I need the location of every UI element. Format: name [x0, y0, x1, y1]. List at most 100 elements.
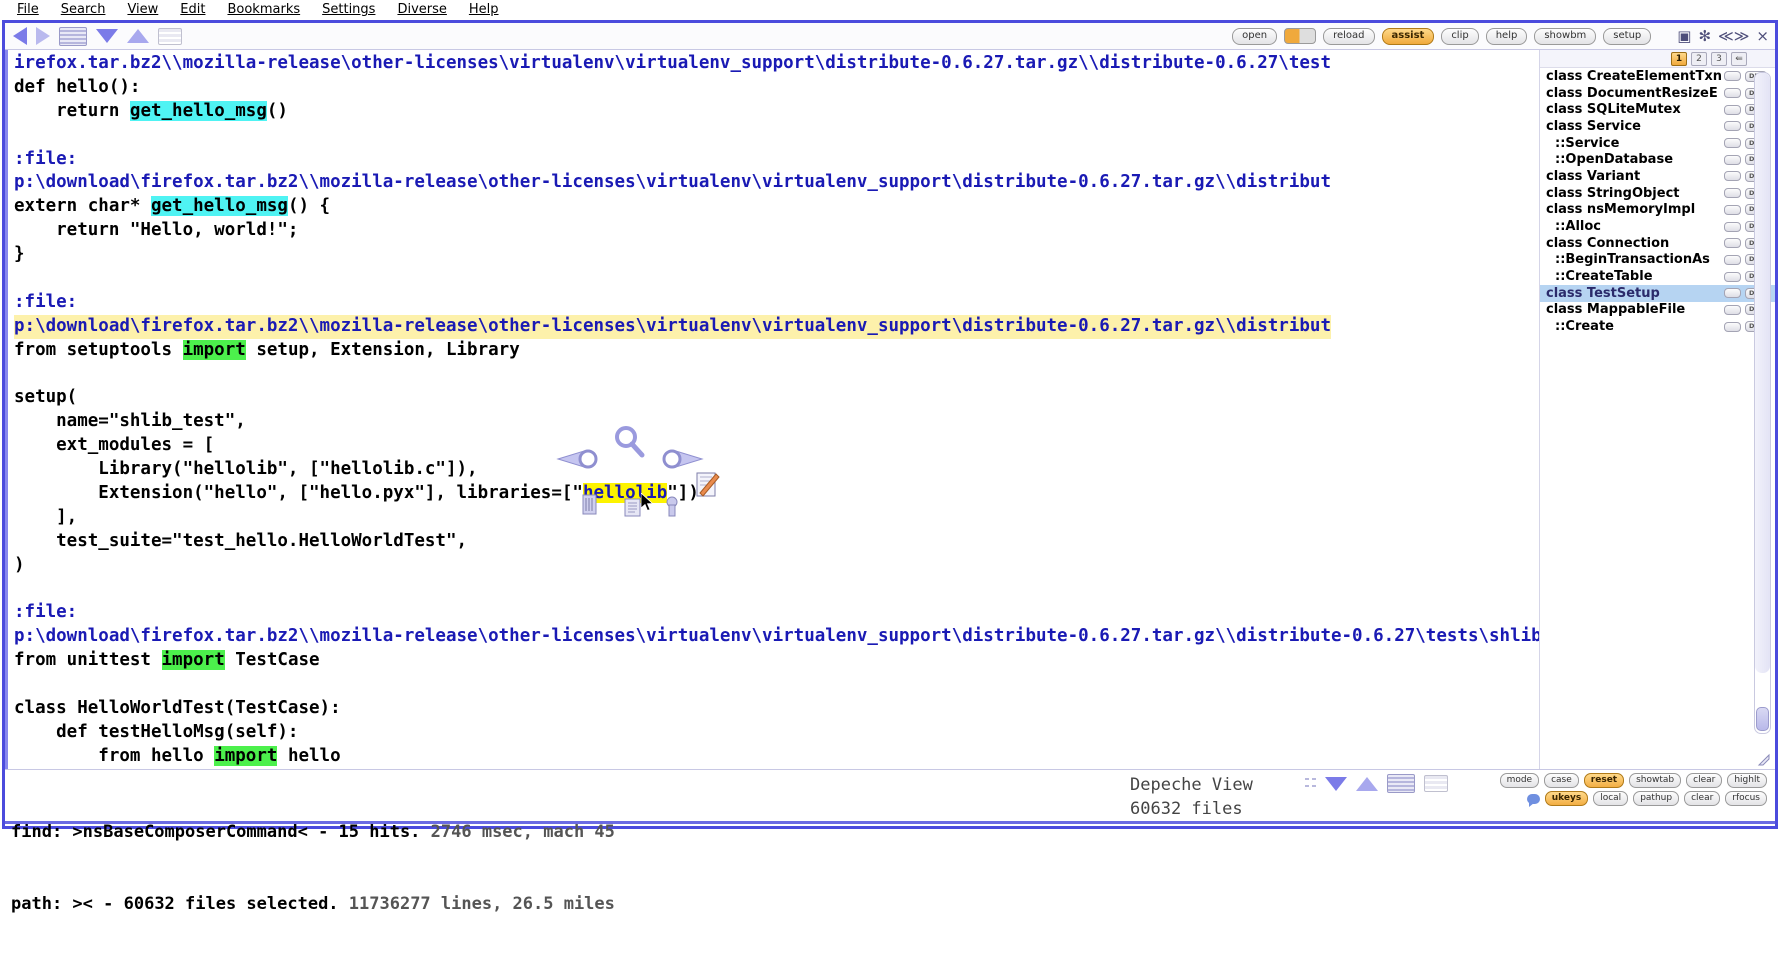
code-line[interactable]: return "Hello, world!"; — [14, 219, 1539, 243]
menu-view[interactable]: View — [116, 0, 169, 20]
menu-help[interactable]: Help — [458, 0, 510, 20]
code-line[interactable] — [14, 124, 1539, 148]
status-up-arrow-icon[interactable] — [1356, 776, 1378, 791]
find-query[interactable]: >nsBaseComposerCommand< — [72, 822, 307, 842]
clip-button[interactable]: clip — [1441, 27, 1479, 45]
mode-button[interactable]: mode — [1499, 773, 1540, 788]
ukeys-button[interactable]: ukeys — [1544, 791, 1589, 806]
showbm-button[interactable]: showbm — [1534, 27, 1597, 45]
menu-settings[interactable]: Settings — [311, 0, 386, 20]
code-line[interactable] — [14, 267, 1539, 291]
collapse-icon[interactable]: ≪≫ — [1718, 28, 1749, 44]
code-line[interactable]: p:\download\firefox.tar.bz2\\mozilla-rel… — [14, 171, 1539, 195]
local-button[interactable]: local — [1593, 791, 1629, 806]
class-list-item[interactable]: class CreateElementTxnDEL — [1540, 68, 1775, 85]
class-list-item[interactable]: class StringObjectDEL — [1540, 185, 1775, 202]
back-arrow-icon[interactable] — [13, 27, 27, 45]
code-line[interactable]: from unittest import TestCase — [14, 649, 1539, 673]
code-text[interactable]: irefox.tar.bz2\\mozilla-release\other-li… — [8, 50, 1539, 769]
class-list-item[interactable]: class VariantDEL — [1540, 168, 1775, 185]
stack-icon[interactable] — [59, 26, 87, 46]
code-line[interactable]: p:\download\firefox.tar.bz2\\mozilla-rel… — [14, 314, 1539, 339]
down-arrow-icon[interactable] — [96, 29, 118, 43]
code-line[interactable] — [14, 578, 1539, 602]
dots-icon[interactable] — [1305, 778, 1316, 789]
showtab-button[interactable]: showtab — [1629, 773, 1682, 788]
toggle-button[interactable] — [1724, 188, 1742, 199]
code-line[interactable]: class HelloWorldTest(TestCase): — [14, 697, 1539, 721]
toggle-button[interactable] — [1724, 254, 1742, 265]
toggle-button[interactable] — [1724, 271, 1742, 282]
class-list-item[interactable]: class MappableFileDEL — [1540, 302, 1775, 319]
document-icon[interactable] — [624, 498, 642, 518]
settings-star-icon[interactable]: ✻ — [1698, 28, 1711, 44]
toggle-button[interactable] — [1724, 104, 1742, 115]
pathup-button[interactable]: pathup — [1633, 791, 1680, 806]
branch-icon[interactable]: ⇚ — [1731, 51, 1747, 66]
path-row[interactable]: path: >< - 60632 files selected. 1173627… — [11, 892, 615, 916]
arrow-right-icon[interactable] — [660, 448, 704, 470]
toggle-button[interactable] — [1724, 288, 1742, 299]
close-icon[interactable]: ⨯ — [1756, 28, 1769, 44]
class-list-item[interactable]: ::CreateDEL — [1540, 318, 1775, 335]
toggle-button[interactable] — [1724, 121, 1742, 132]
toggle-button[interactable] — [1724, 321, 1742, 332]
pin-icon[interactable] — [664, 496, 680, 518]
toggle-button[interactable] — [1724, 171, 1742, 182]
class-list-item[interactable]: ::CreateTableDEL — [1540, 268, 1775, 285]
code-line[interactable]: from setuptools import setup, Extension,… — [14, 339, 1539, 363]
class-list[interactable]: class CreateElementTxnDELclass DocumentR… — [1540, 68, 1775, 335]
resize-handle-icon[interactable] — [1757, 753, 1771, 767]
code-line[interactable]: ext_modules = [ — [14, 434, 1539, 458]
code-line[interactable]: test_suite="test_hello.HelloWorldTest", — [14, 530, 1539, 554]
rfocus-button[interactable]: rfocus — [1725, 791, 1767, 806]
clear-button-2[interactable]: clear — [1684, 791, 1721, 806]
class-list-item[interactable]: ::BeginTransactionAsDEL — [1540, 252, 1775, 269]
reset-button[interactable]: reset — [1583, 773, 1625, 788]
menu-file[interactable]: File — [6, 0, 50, 20]
code-line[interactable]: def testHelloMsg(self): — [14, 721, 1539, 745]
panel-tab-2[interactable]: 2 — [1691, 51, 1707, 66]
code-line[interactable] — [14, 673, 1539, 697]
open-button[interactable]: open — [1232, 27, 1278, 45]
reload-button[interactable]: reload — [1323, 27, 1375, 45]
class-list-item[interactable]: class TestSetupDEL — [1540, 284, 1775, 302]
code-line[interactable]: setup( — [14, 386, 1539, 410]
toggle-button[interactable] — [1724, 71, 1742, 82]
forward-arrow-icon[interactable] — [36, 27, 50, 45]
panel-tab-1[interactable]: 1 — [1671, 51, 1687, 66]
code-line[interactable]: irefox.tar.bz2\\mozilla-release\other-li… — [14, 52, 1539, 76]
code-line[interactable]: extern char* get_hello_msg() { — [14, 195, 1539, 219]
status-list-icon[interactable] — [1424, 775, 1448, 792]
code-line[interactable]: def hello(): — [14, 76, 1539, 100]
status-stack-icon[interactable] — [1387, 774, 1415, 793]
magnifier-icon[interactable] — [612, 424, 646, 458]
toggle-button[interactable] — [1724, 88, 1742, 99]
code-line[interactable]: ], — [14, 506, 1539, 530]
book-icon[interactable] — [582, 494, 598, 516]
class-list-item[interactable]: class ServiceDEL — [1540, 118, 1775, 135]
case-button[interactable]: case — [1544, 773, 1579, 788]
code-line[interactable]: :file: — [14, 148, 1539, 172]
code-line[interactable]: } — [14, 243, 1539, 267]
assist-button[interactable]: assist — [1381, 27, 1435, 45]
help-button[interactable]: help — [1485, 27, 1528, 45]
clear-button-1[interactable]: clear — [1686, 773, 1723, 788]
layout-swatch-icon[interactable] — [1284, 28, 1317, 44]
class-list-item[interactable]: ::AllocDEL — [1540, 218, 1775, 235]
panel-scroll-grip[interactable] — [1756, 707, 1769, 731]
class-list-item[interactable]: ::OpenDatabaseDEL — [1540, 151, 1775, 168]
code-line[interactable]: return get_hello_msg() — [14, 100, 1539, 124]
class-list-item[interactable]: class nsMemoryImplDEL — [1540, 202, 1775, 219]
arrow-left-icon[interactable] — [556, 448, 600, 470]
code-line[interactable]: Extension("hello", ["hello.pyx"], librar… — [14, 482, 1539, 506]
class-list-item[interactable]: class SQLiteMutexDEL — [1540, 101, 1775, 118]
toggle-button[interactable] — [1724, 238, 1742, 249]
panel-tab-3[interactable]: 3 — [1711, 51, 1727, 66]
toggle-button[interactable] — [1724, 304, 1742, 315]
toggle-button[interactable] — [1724, 221, 1742, 232]
toggle-button[interactable] — [1724, 154, 1742, 165]
speech-bubble-icon[interactable] — [1526, 793, 1540, 807]
path-query[interactable]: >< — [72, 894, 92, 914]
up-arrow-icon[interactable] — [127, 29, 149, 43]
